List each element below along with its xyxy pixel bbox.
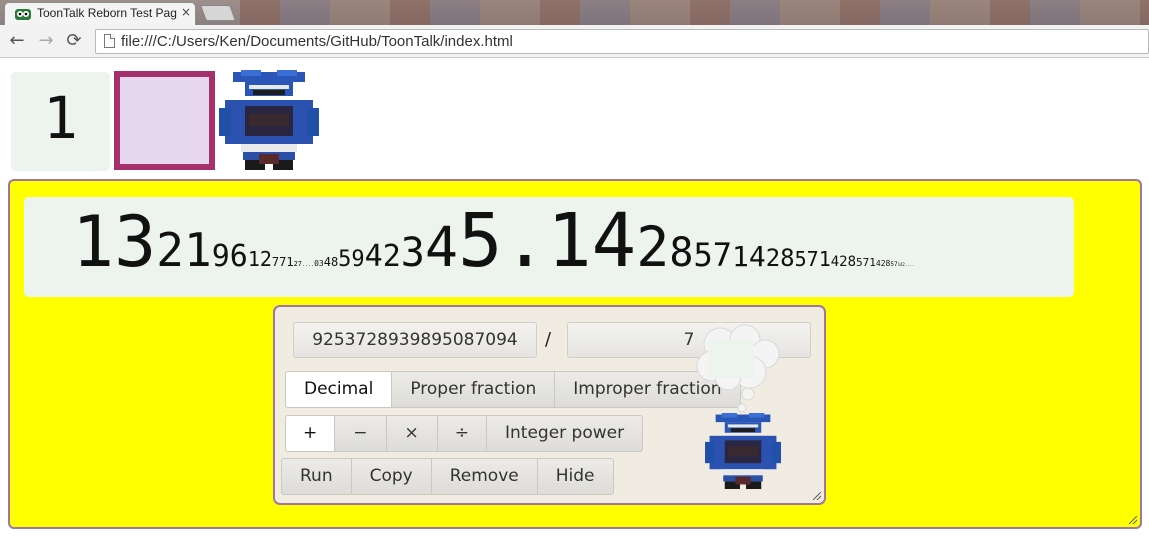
robot-icon[interactable]: [219, 70, 319, 170]
thought-bubble-icon: [696, 324, 780, 413]
digit-group: 428: [830, 254, 857, 270]
digit-group: 142....: [897, 262, 915, 267]
operator-buttons: + − × ÷ Integer power: [285, 415, 644, 452]
number-digits: 1321961277127....03485942345.14285714285…: [72, 197, 1062, 297]
forward-arrow-icon[interactable]: →: [36, 31, 56, 51]
digit-group: 12: [247, 247, 272, 271]
digit-group: 2: [636, 215, 670, 279]
run-button[interactable]: Run: [281, 458, 352, 495]
digit-group: 48: [323, 255, 339, 269]
reload-icon[interactable]: ⟳: [64, 31, 84, 51]
dialog-resize-handle-icon[interactable]: [813, 492, 821, 500]
close-tab-icon[interactable]: ×: [181, 5, 191, 19]
browser-toolbar: ← → ⟳ file:///C:/Users/Ken/Documents/Git…: [0, 25, 1149, 58]
large-number-widget[interactable]: 1321961277127....03485942345.14285714285…: [8, 179, 1142, 529]
digit-group: 59: [338, 247, 365, 272]
numerator-input[interactable]: 9253728939895087094: [293, 322, 537, 358]
digit-group: 771: [271, 255, 294, 269]
new-tab-button[interactable]: [200, 5, 236, 21]
subtract-button[interactable]: −: [334, 415, 387, 452]
remove-button[interactable]: Remove: [430, 458, 538, 495]
digit-group: 27: [293, 260, 303, 268]
integer-power-button[interactable]: Integer power: [486, 415, 644, 452]
digit-group: 21: [156, 223, 212, 277]
digit-group: 8: [669, 230, 694, 276]
url-text: file:///C:/Users/Ken/Documents/GitHub/To…: [121, 33, 513, 50]
add-button[interactable]: +: [285, 415, 336, 452]
digit-group: 13: [72, 201, 157, 283]
digit-group: ....: [302, 262, 315, 268]
copy-button[interactable]: Copy: [350, 458, 432, 495]
browser-tab[interactable]: ToonTalk Reborn Test Pag ×: [4, 2, 196, 25]
fraction-slash: /: [545, 329, 552, 350]
digit-group: 571: [794, 247, 831, 271]
digit-group: 14: [731, 240, 766, 273]
tab-title: ToonTalk Reborn Test Pag: [37, 6, 177, 20]
action-buttons: Run Copy Remove Hide: [281, 458, 614, 495]
box-widget[interactable]: [114, 71, 215, 170]
digit-group: 571: [856, 256, 876, 269]
format-buttons: Decimal Proper fraction Improper fractio…: [285, 371, 741, 408]
number-settings-dialog: 9253728939895087094 / 7 Decimal Proper f…: [273, 305, 826, 505]
widget-resize-handle-icon[interactable]: [1129, 516, 1137, 524]
hide-button[interactable]: Hide: [536, 458, 614, 495]
digit-group: 3: [400, 230, 425, 276]
digit-group: 96: [211, 239, 248, 274]
number-widget[interactable]: 1: [11, 72, 110, 171]
divide-button[interactable]: ÷: [436, 415, 487, 452]
digit-group: 57: [890, 261, 898, 268]
digit-group: 5.14: [458, 198, 637, 284]
proper-fraction-button[interactable]: Proper fraction: [391, 371, 556, 408]
digit-group: 03: [314, 259, 324, 268]
digit-group: 28: [765, 244, 795, 272]
toontalk-favicon-icon: [15, 9, 31, 20]
back-arrow-icon[interactable]: ←: [7, 31, 27, 51]
robot-small-icon[interactable]: [693, 413, 793, 489]
digit-group: 4: [424, 215, 459, 279]
digit-group: 57: [693, 236, 732, 274]
multiply-button[interactable]: ×: [385, 415, 438, 452]
digit-group: 428: [875, 259, 891, 268]
address-bar[interactable]: file:///C:/Users/Ken/Documents/GitHub/To…: [95, 29, 1149, 54]
digit-group: 42: [364, 239, 401, 274]
number-display[interactable]: 1321961277127....03485942345.14285714285…: [24, 197, 1074, 297]
number-value: 1: [43, 84, 78, 152]
page-icon: [104, 34, 115, 48]
decimal-button[interactable]: Decimal: [285, 371, 393, 408]
